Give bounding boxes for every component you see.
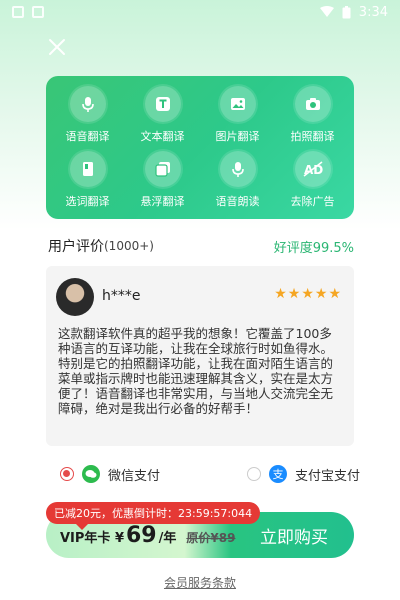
feature-label: 去除广告 bbox=[290, 195, 335, 209]
review-username: h***e bbox=[102, 288, 141, 304]
feature-label: 拍照翻译 bbox=[290, 129, 335, 143]
price-unit: /年 bbox=[158, 531, 177, 546]
battery-icon bbox=[342, 5, 351, 18]
payment-option-alipay[interactable]: 支 支付宝支付 bbox=[246, 465, 360, 484]
reviews-title: 用户评价 bbox=[48, 239, 104, 255]
price-value: 69 bbox=[126, 523, 157, 548]
status-bar: 3:34 bbox=[0, 0, 400, 24]
feature-label: 图片翻译 bbox=[215, 129, 260, 143]
feature-remove-ads[interactable]: AD 去除广告 bbox=[275, 148, 350, 214]
feature-label: 语音朗读 bbox=[215, 195, 260, 209]
notification-icon bbox=[12, 6, 24, 18]
star-rating: ★★★★★ bbox=[274, 286, 342, 302]
payment-option-wechat[interactable]: 微信支付 bbox=[60, 465, 160, 484]
svg-text:AD: AD bbox=[304, 163, 323, 177]
mic-icon bbox=[69, 85, 106, 122]
feature-voice-read[interactable]: 语音朗读 bbox=[200, 148, 275, 214]
vip-label: VIP年卡 ¥ bbox=[60, 531, 124, 546]
feature-grid: 语音翻译 文本翻译 图片翻译 拍照翻译 选词翻译 悬浮翻译 语音朗读 AD 去除… bbox=[46, 76, 354, 219]
speaker-mic-icon bbox=[219, 151, 256, 188]
notification-icon bbox=[32, 6, 44, 18]
book-icon bbox=[69, 151, 106, 188]
feature-voice-translate[interactable]: 语音翻译 bbox=[50, 82, 125, 148]
feature-text-translate[interactable]: 文本翻译 bbox=[125, 82, 200, 148]
text-icon bbox=[144, 85, 181, 122]
wechat-pay-label: 微信支付 bbox=[108, 468, 161, 484]
feature-word-select-translate[interactable]: 选词翻译 bbox=[50, 148, 125, 214]
image-icon bbox=[219, 85, 256, 122]
alipay-icon: 支 bbox=[268, 465, 287, 483]
close-button[interactable] bbox=[46, 38, 68, 60]
feature-label: 悬浮翻译 bbox=[140, 195, 185, 209]
alipay-glyph: 支 bbox=[272, 468, 284, 481]
feature-label: 选词翻译 bbox=[65, 195, 110, 209]
status-left-icons bbox=[12, 6, 44, 18]
reviews-header: 用户评价 (1000+) 好评度99.5% bbox=[48, 236, 354, 256]
radio-selected[interactable] bbox=[60, 467, 74, 481]
radio-unselected[interactable] bbox=[246, 467, 261, 481]
original-price: 原价¥89 bbox=[186, 531, 236, 545]
ad-block-icon: AD bbox=[294, 151, 331, 188]
payment-options: 微信支付 支 支付宝支付 bbox=[60, 462, 360, 486]
status-right-icons: 3:34 bbox=[319, 4, 388, 20]
float-window-icon bbox=[144, 151, 181, 188]
camera-icon bbox=[294, 85, 331, 122]
feature-label: 语音翻译 bbox=[65, 129, 110, 143]
avatar bbox=[56, 278, 94, 316]
member-terms-link[interactable]: 会员服务条款 bbox=[0, 574, 400, 591]
feature-photo-translate[interactable]: 拍照翻译 bbox=[275, 82, 350, 148]
wechat-pay-icon bbox=[82, 465, 100, 483]
reviews-rating: 好评度99.5% bbox=[273, 240, 354, 256]
feature-image-translate[interactable]: 图片翻译 bbox=[200, 82, 275, 148]
feature-float-translate[interactable]: 悬浮翻译 bbox=[125, 148, 200, 214]
wifi-icon bbox=[319, 6, 334, 17]
feature-label: 文本翻译 bbox=[140, 129, 185, 143]
status-time: 3:34 bbox=[358, 4, 388, 20]
reviews-count: (1000+) bbox=[104, 239, 154, 253]
close-icon bbox=[49, 39, 65, 55]
review-text: 这款翻译软件真的超乎我的想象！它覆盖了100多种语言的互译功能，让我在全球旅行时… bbox=[58, 326, 334, 416]
alipay-label: 支付宝支付 bbox=[294, 468, 360, 484]
review-card: h***e ★★★★★ 这款翻译软件真的超乎我的想象！它覆盖了100多种语言的互… bbox=[46, 266, 354, 446]
promo-badge: 已减20元，优惠倒计时：23:59:57:044 bbox=[46, 502, 261, 530]
